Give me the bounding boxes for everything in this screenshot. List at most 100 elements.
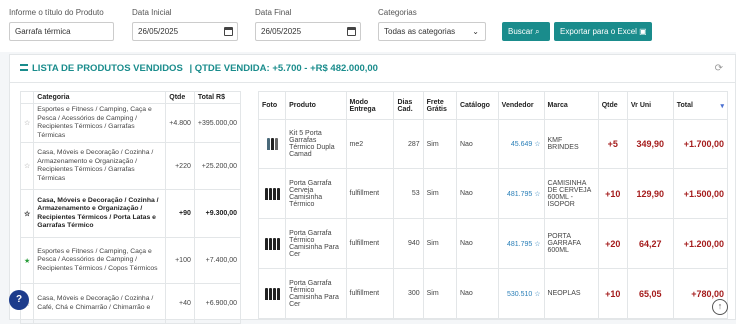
catalog-cell: Nao xyxy=(455,268,499,319)
brand-cell: KMF BRINDES xyxy=(543,119,599,169)
table-row[interactable]: ☆ Casa, Móveis e Decoração / Cozinha / A… xyxy=(19,142,242,190)
table-row[interactable]: Porta Garrafa Cerveja Camisinha Térmico … xyxy=(257,168,729,219)
total-cell: +6.900,00 xyxy=(193,283,242,324)
header-vr-uni[interactable]: Vr Uni xyxy=(626,91,674,120)
table-row[interactable]: Porta Garrafa Térmico Camisinha Para Cer… xyxy=(257,268,729,319)
product-name[interactable]: Kit 5 Porta Garrafas Térmico Dupla Camad xyxy=(285,119,347,169)
qty-cell: +4.800 xyxy=(165,103,195,143)
list-icon xyxy=(20,64,28,71)
brand-cell: CAMISINHA DE CERVEJA 600ML - ISOPOR xyxy=(543,168,599,219)
product-photo[interactable] xyxy=(257,168,287,219)
seller-link[interactable]: 45.649 ☆ xyxy=(497,119,545,169)
total-cell: +1.500,00 xyxy=(672,168,729,219)
days-cell: 300 xyxy=(393,268,424,319)
card-title: LISTA DE PRODUTOS VENDIDOS | QTDE VENDID… xyxy=(20,63,378,74)
products-table: Foto Produto Modo Entrega Dias Cad. Fret… xyxy=(257,91,729,319)
product-input[interactable]: Garrafa térmica xyxy=(9,22,114,41)
product-name[interactable]: Porta Garrafa Térmico Camisinha Para Cer xyxy=(285,268,347,319)
table-row[interactable]: Kit 5 Porta Garrafas Térmico Dupla Camad… xyxy=(257,119,729,169)
header-marca[interactable]: Marca xyxy=(543,91,599,120)
product-photo[interactable] xyxy=(257,119,287,169)
star-icon[interactable]: ★ xyxy=(19,237,35,284)
start-date-input[interactable]: 26/05/2025 xyxy=(132,22,238,41)
category-select[interactable]: Todas as categorias ⌄ xyxy=(378,22,486,41)
free-shipping-cell: Sim xyxy=(422,119,457,169)
header-categoria[interactable]: Categoria xyxy=(33,91,167,104)
catalog-cell: Nao xyxy=(455,168,499,219)
arrow-up-icon[interactable]: ↑ xyxy=(712,299,728,315)
total-cell: +395.000,00 xyxy=(193,103,242,143)
free-shipping-cell: Sim xyxy=(422,268,457,319)
category-cell: Casa, Móveis e Decoração / Cozinha / Arm… xyxy=(33,189,167,238)
table-row[interactable]: ☆ Esportes e Fitness / Camping, Caça e P… xyxy=(19,103,242,143)
header-qtde[interactable]: Qtde xyxy=(597,91,628,120)
category-cell: Esportes e Fitness / Camping, Caça e Pes… xyxy=(33,103,167,143)
qty-cell: +40 xyxy=(165,283,195,324)
free-shipping-cell: Sim xyxy=(422,168,457,219)
category-cell: Casa, Móveis e Decoração / Cozinha / Caf… xyxy=(33,283,167,324)
header-frete-gratis[interactable]: Frete Grátis xyxy=(422,91,457,120)
table-row[interactable]: ☆ Casa, Móveis e Decoração / Cozinha / C… xyxy=(19,283,242,324)
unit-price-cell: 349,90 xyxy=(626,119,674,169)
calendar-icon[interactable] xyxy=(224,27,233,36)
header-foto[interactable]: Foto xyxy=(257,91,287,120)
product-name[interactable]: Porta Garrafa Térmico Camisinha Para Cer xyxy=(285,218,347,269)
header-qtde[interactable]: Qtde xyxy=(165,91,195,104)
header-modo-entrega[interactable]: Modo Entrega xyxy=(345,91,395,120)
delivery-mode: me2 xyxy=(345,119,395,169)
total-cell: +1.700,00 xyxy=(672,119,729,169)
header-produto[interactable]: Produto xyxy=(285,91,347,120)
star-header xyxy=(19,91,35,104)
chevron-down-icon: ⌄ xyxy=(472,27,479,36)
table-row[interactable]: ★ Esportes e Fitness / Camping, Caça e P… xyxy=(19,237,242,284)
catalog-cell: Nao xyxy=(455,218,499,269)
end-date-label: Data Final xyxy=(255,8,292,17)
qty-cell: +10 xyxy=(597,168,628,219)
header-total[interactable]: Total R$ xyxy=(193,91,242,104)
product-name[interactable]: Porta Garrafa Cerveja Camisinha Térmico xyxy=(285,168,347,219)
table-row[interactable]: ☆ Casa, Móveis e Decoração / Cozinha / A… xyxy=(19,189,242,238)
header-catalogo[interactable]: Catálogo xyxy=(455,91,499,120)
header-total[interactable]: Total ▾ xyxy=(672,91,729,120)
category-cell: Esportes e Fitness / Camping, Caça e Pes… xyxy=(33,237,167,284)
catalog-cell: Nao xyxy=(455,119,499,169)
help-icon[interactable]: ? xyxy=(9,290,29,310)
qty-cell: +220 xyxy=(165,142,195,190)
star-icon[interactable]: ☆ xyxy=(19,142,35,190)
sort-desc-icon[interactable]: ▾ xyxy=(720,102,724,110)
refresh-icon[interactable]: ⟳ xyxy=(715,63,723,74)
star-icon[interactable]: ☆ xyxy=(19,103,35,143)
seller-link[interactable]: 530.510 ☆ xyxy=(497,268,545,319)
divider xyxy=(10,82,736,83)
unit-price-cell: 129,90 xyxy=(626,168,674,219)
sold-products-card: LISTA DE PRODUTOS VENDIDOS | QTDE VENDID… xyxy=(9,54,736,324)
start-date-label: Data Inicial xyxy=(132,8,172,17)
table-row[interactable]: Porta Garrafa Térmico Camisinha Para Cer… xyxy=(257,218,729,269)
brand-cell: NEOPLAS xyxy=(543,268,599,319)
category-label: Categorias xyxy=(378,8,417,17)
total-cell: +25.200,00 xyxy=(193,142,242,190)
search-button[interactable]: Buscar ⌕ xyxy=(502,22,550,41)
excel-icon: ▣ xyxy=(639,27,647,36)
category-cell: Casa, Móveis e Decoração / Cozinha / Arm… xyxy=(33,142,167,190)
delivery-mode: fulfillment xyxy=(345,268,395,319)
header-vendedor[interactable]: Vendedor xyxy=(497,91,545,120)
seller-link[interactable]: 481.795 ☆ xyxy=(497,218,545,269)
days-cell: 53 xyxy=(393,168,424,219)
seller-link[interactable]: 481.795 ☆ xyxy=(497,168,545,219)
total-cell: +7.400,00 xyxy=(193,237,242,284)
brand-cell: PORTA GARRAFA 600ML xyxy=(543,218,599,269)
end-date-input[interactable]: 26/05/2025 xyxy=(255,22,361,41)
product-photo[interactable] xyxy=(257,218,287,269)
unit-price-cell: 65,05 xyxy=(626,268,674,319)
star-icon[interactable]: ☆ xyxy=(19,189,35,238)
export-excel-button[interactable]: Exportar para o Excel ▣ xyxy=(554,22,652,41)
qty-cell: +90 xyxy=(165,189,195,238)
free-shipping-cell: Sim xyxy=(422,218,457,269)
days-cell: 287 xyxy=(393,119,424,169)
unit-price-cell: 64,27 xyxy=(626,218,674,269)
product-photo[interactable] xyxy=(257,268,287,319)
calendar-icon[interactable] xyxy=(347,27,356,36)
header-dias-cad[interactable]: Dias Cad. xyxy=(393,91,424,120)
delivery-mode: fulfillment xyxy=(345,218,395,269)
